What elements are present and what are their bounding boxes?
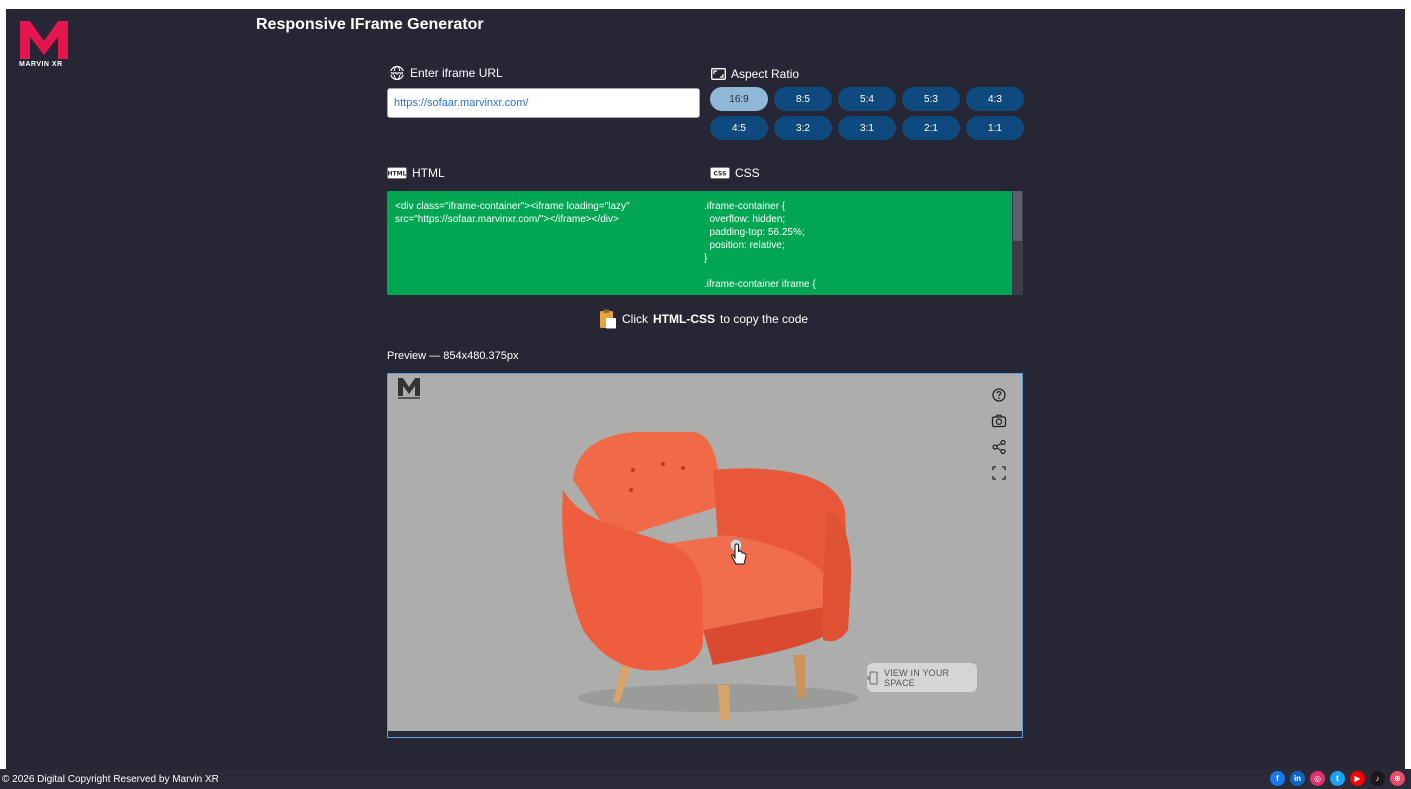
help-icon[interactable]: [990, 386, 1008, 404]
css-panel-label-text: CSS: [735, 166, 760, 180]
youtube-icon[interactable]: ▶: [1350, 771, 1365, 786]
css-scrollbar[interactable]: [1012, 191, 1023, 295]
linkedin-icon[interactable]: in: [1290, 771, 1305, 786]
html-code-box[interactable]: <div class="iframe-container"><iframe lo…: [387, 191, 700, 295]
hand-pointer-icon: [729, 538, 747, 565]
html-panel-label-text: HTML: [412, 166, 445, 180]
copy-hint[interactable]: Click HTML-CSS to copy the code: [599, 309, 808, 329]
ratio-button-5-3[interactable]: 5:3: [902, 87, 960, 111]
ratio-button-1-1[interactable]: 1:1: [966, 116, 1024, 140]
camera-icon[interactable]: [990, 412, 1008, 430]
tiktok-icon[interactable]: ♪: [1370, 771, 1385, 786]
brand-logo[interactable]: MARVIN XR: [18, 19, 74, 75]
logo-text: MARVIN XR: [19, 61, 63, 68]
copy-hint-bold: HTML-CSS: [653, 312, 715, 326]
facebook-icon[interactable]: f: [1270, 771, 1285, 786]
svg-text:HTML: HTML: [388, 171, 407, 178]
ratio-button-16-9[interactable]: 16:9: [710, 87, 768, 111]
window-edge-top: [0, 0, 1411, 9]
ratio-button-4-3[interactable]: 4:3: [966, 87, 1024, 111]
url-label-text: Enter iframe URL: [410, 66, 503, 80]
css-code-box[interactable]: .iframe-container { overflow: hidden; pa…: [696, 191, 1023, 295]
svg-text:CSS: CSS: [714, 171, 727, 178]
url-label: www Enter iframe URL: [389, 65, 503, 81]
preview-bottom-bar: [388, 731, 1022, 737]
ratio-button-3-1[interactable]: 3:1: [838, 116, 896, 140]
www-globe-icon: www: [389, 65, 405, 81]
copy-hint-suffix: to copy the code: [720, 312, 809, 326]
website-icon[interactable]: ⊕: [1390, 771, 1405, 786]
armchair-model[interactable]: [553, 430, 873, 720]
svg-text:www: www: [391, 72, 403, 77]
share-icon[interactable]: [990, 438, 1008, 456]
html-panel-label: HTML HTML: [387, 166, 445, 180]
css-file-icon: CSS: [710, 167, 730, 179]
app-container: MARVIN XR Responsive IFrame Generator ww…: [6, 9, 1405, 769]
page-title: Responsive IFrame Generator: [256, 16, 484, 33]
twitter-icon[interactable]: t: [1330, 771, 1345, 786]
ratio-button-5-4[interactable]: 5:4: [838, 87, 896, 111]
aspect-ratio-label-text: Aspect Ratio: [731, 67, 800, 81]
viewer-tools: [990, 386, 1008, 482]
url-input[interactable]: https://sofaar.marvinxr.com/: [387, 88, 700, 118]
view-in-your-space-button[interactable]: VIEW IN YOUR SPACE: [867, 663, 977, 692]
ar-phone-icon: [867, 671, 879, 685]
ratio-button-3-2[interactable]: 3:2: [774, 116, 832, 140]
ratio-button-2-1[interactable]: 2:1: [902, 116, 960, 140]
fullscreen-icon[interactable]: [990, 464, 1008, 482]
css-panel-label: CSS CSS: [710, 166, 760, 180]
ratio-button-4-5[interactable]: 4:5: [710, 116, 768, 140]
aspect-ratio-icon: [711, 68, 726, 80]
footer: © 2026 Digital Copyright Reserved by Mar…: [0, 769, 1411, 789]
preview-frame[interactable]: VIEW IN YOUR SPACE: [387, 373, 1023, 738]
css-scroll-thumb[interactable]: [1013, 191, 1022, 241]
aspect-ratio-options: 16:9 8:5 5:4 5:3 4:3 4:5 3:2 3:1 2:1 1:1: [710, 87, 1024, 140]
copy-hint-prefix: Click: [622, 312, 648, 326]
instagram-icon[interactable]: ◎: [1310, 771, 1325, 786]
social-links: f in ◎ t ▶ ♪ ⊕: [1270, 771, 1405, 786]
copyright-text: © 2026 Digital Copyright Reserved by Mar…: [2, 774, 219, 785]
ratio-button-8-5[interactable]: 8:5: [774, 87, 832, 111]
preview-logo-icon: [398, 378, 420, 399]
logo-m-icon: [20, 21, 68, 59]
preview-label: Preview — 854x480.375px: [387, 350, 519, 362]
clipboard-icon[interactable]: [599, 309, 617, 329]
window-edge-right: [1405, 0, 1411, 789]
aspect-ratio-label: Aspect Ratio: [711, 67, 799, 81]
html-file-icon: HTML: [387, 167, 407, 179]
ar-button-label: VIEW IN YOUR SPACE: [884, 667, 950, 688]
